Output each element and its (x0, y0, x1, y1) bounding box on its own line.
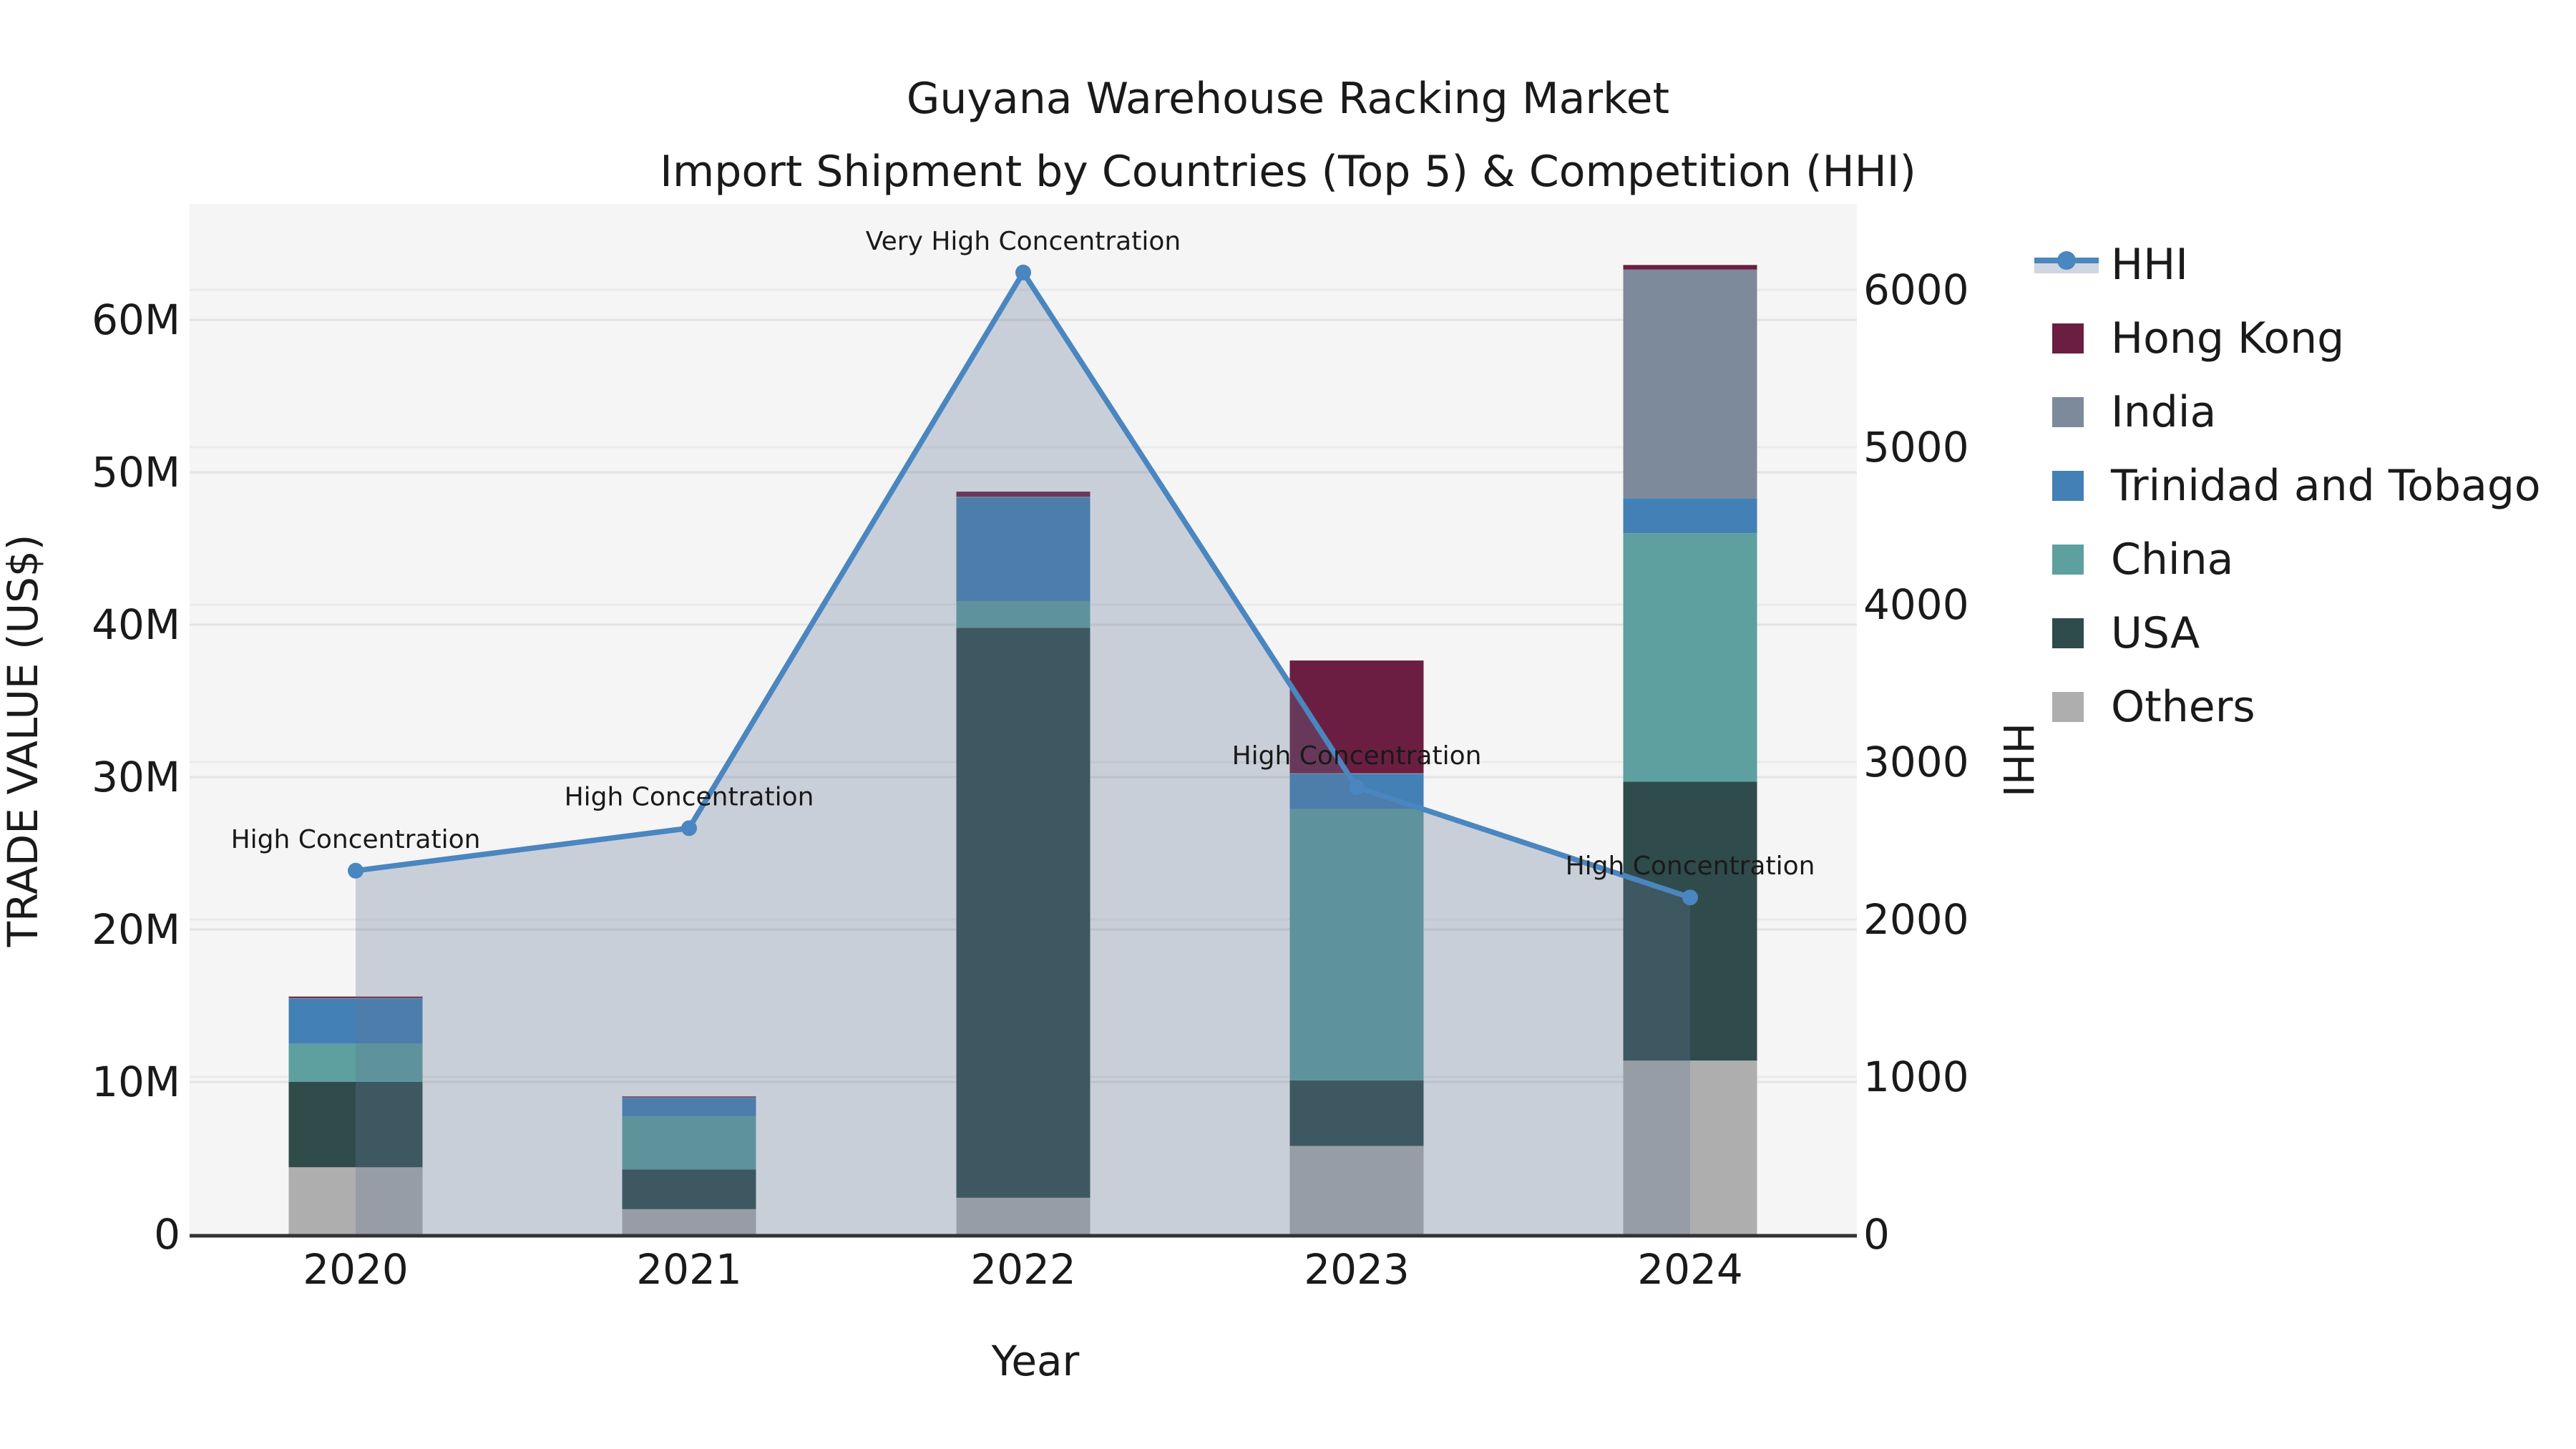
hhi-marker-2020 (348, 862, 364, 879)
y-tick-label: 20M (92, 905, 180, 954)
bar-segment-trinidad-and-tobago-2024 (1623, 498, 1757, 534)
annotation-2022: Very High Concentration (866, 227, 1181, 256)
annotation-2020: High Concentration (231, 825, 481, 854)
y-tick-label: 60M (92, 296, 180, 344)
legend-item-hong-kong: Hong Kong (2052, 313, 2344, 364)
legend-swatch (2052, 692, 2084, 722)
legend-swatch (2052, 397, 2084, 427)
legend-label: USA (2111, 608, 2200, 658)
y-tick-label: 30M (92, 753, 180, 801)
bar-segment-india-2024 (1623, 269, 1757, 499)
y-tick-label: 10M (92, 1058, 180, 1106)
bar-segment-hong-kong-2024 (1623, 265, 1757, 270)
hhi-marker-2022 (1015, 264, 1031, 280)
y2-tick-label: 2000 (1863, 895, 1969, 944)
legend-label: Others (2111, 682, 2255, 732)
figure: High Concentration High Concentration Very… (0, 0, 2576, 1449)
legend-label: Hong Kong (2111, 313, 2344, 364)
legend-item-india: India (2052, 387, 2216, 437)
legend-label: HHI (2111, 240, 2188, 290)
chart-canvas: High Concentration High Concentration Very… (0, 74, 2541, 1385)
legend-label: Trinidad and Tobago (2110, 461, 2541, 511)
y-tick-label: 50M (92, 448, 180, 497)
y2-axis-label: HHI (1994, 723, 2042, 797)
legend-item-trinidad-and-tobago: Trinidad and Tobago (2052, 461, 2541, 511)
y2-tick-label: 1000 (1863, 1053, 1969, 1101)
legend-swatch (2052, 618, 2084, 648)
legend-item-usa: USA (2052, 608, 2200, 658)
legend-item-others: Others (2052, 682, 2255, 732)
legend-swatch (2052, 545, 2084, 575)
annotation-2023: High Concentration (1232, 741, 1482, 771)
legend-item-china: China (2052, 535, 2233, 585)
annotation-2024: High Concentration (1566, 852, 1815, 881)
legend-swatch (2052, 471, 2084, 501)
legend-swatch (2052, 323, 2084, 353)
bar-segment-china-2024 (1623, 533, 1757, 782)
y-axis-label: TRADE VALUE (US$) (0, 535, 47, 948)
x-tick-label: 2020 (303, 1245, 409, 1294)
y2-tick-label: 0 (1863, 1210, 1890, 1259)
y2-tick-label: 6000 (1863, 265, 1969, 314)
chart-title-line2: Import Shipment by Countries (Top 5) & C… (660, 147, 1916, 197)
legend-item-hhi: HHI (2034, 240, 2188, 290)
hhi-marker-2024 (1682, 889, 1698, 906)
y-tick-label: 40M (92, 600, 180, 649)
legend-label: China (2111, 535, 2233, 585)
hhi-marker-2023 (1349, 779, 1365, 796)
y2-tick-label: 3000 (1863, 738, 1969, 786)
legend-label: India (2111, 387, 2216, 437)
annotation-2021: High Concentration (565, 782, 814, 811)
legend-hhi-marker (2057, 251, 2076, 270)
x-tick-label: 2023 (1304, 1245, 1410, 1294)
y2-tick-label: 4000 (1863, 580, 1969, 629)
x-tick-label: 2022 (970, 1245, 1076, 1294)
hhi-marker-2021 (681, 820, 697, 836)
plot-layer: High Concentration High Concentration Very… (92, 204, 1969, 1294)
chart-title-line1: Guyana Warehouse Racking Market (907, 74, 1669, 124)
legend: HHI Hong Kong India Trinidad and Tobago Chin… (2034, 240, 2541, 732)
y-tick-label: 0 (154, 1210, 180, 1259)
y2-tick-label: 5000 (1863, 423, 1969, 472)
x-tick-label: 2024 (1637, 1245, 1743, 1294)
x-axis-label: Year (991, 1337, 1080, 1385)
x-tick-label: 2021 (636, 1245, 742, 1294)
